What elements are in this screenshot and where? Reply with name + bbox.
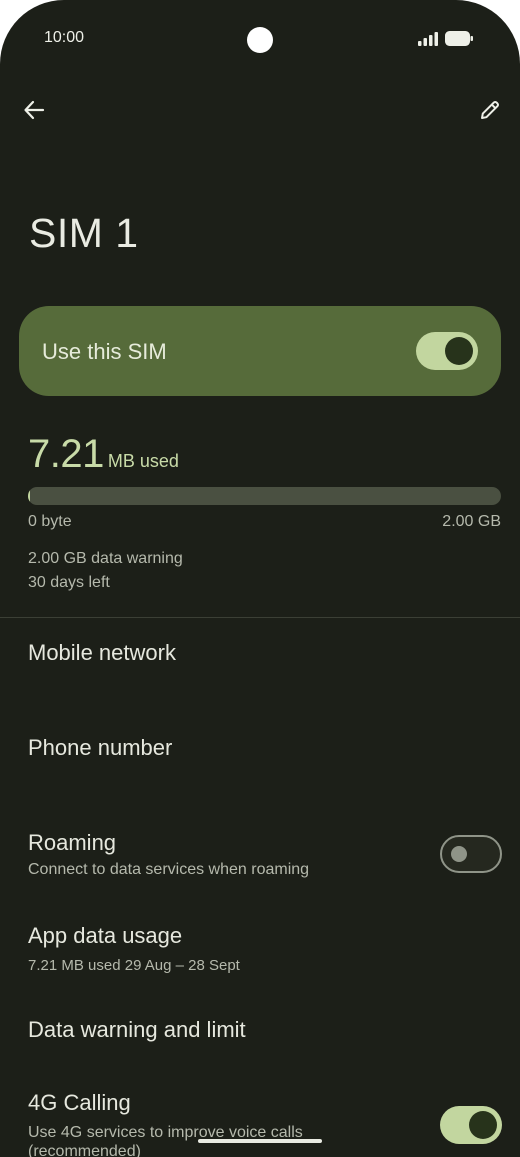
- data-used-value: 7.21: [28, 432, 104, 476]
- edit-button[interactable]: [474, 94, 506, 126]
- data-warning-limit-row[interactable]: Data warning and limit: [0, 1007, 520, 1055]
- home-indicator[interactable]: [198, 1139, 322, 1143]
- page-title: SIM 1: [29, 210, 139, 256]
- roaming-row[interactable]: Roaming Connect to data services when ro…: [0, 820, 520, 886]
- data-usage-bar: [28, 487, 501, 505]
- use-this-sim-toggle[interactable]: [416, 332, 478, 370]
- 4g-calling-toggle[interactable]: [440, 1106, 502, 1144]
- battery-icon: [445, 31, 473, 46]
- use-this-sim-label: Use this SIM: [42, 339, 167, 364]
- roaming-subtitle: Connect to data services when roaming: [28, 861, 310, 878]
- status-time: 10:00: [44, 29, 85, 46]
- 4g-calling-row[interactable]: 4G Calling Use 4G services to improve vo…: [0, 1080, 520, 1157]
- back-button[interactable]: [18, 94, 50, 126]
- data-warning-limit-title: Data warning and limit: [28, 1017, 246, 1042]
- 4g-calling-subtitle-2: (recommended): [28, 1143, 141, 1157]
- mobile-network-row[interactable]: Mobile network: [0, 630, 520, 678]
- app-data-usage-title: App data usage: [28, 923, 183, 948]
- toggle-knob: [451, 846, 467, 862]
- usage-bar-max-label: 2.00 GB: [442, 513, 501, 530]
- phone-number-row[interactable]: Phone number: [0, 725, 520, 773]
- 4g-calling-title: 4G Calling: [28, 1090, 131, 1115]
- data-warning-text: 2.00 GB data warning: [28, 550, 183, 567]
- pencil-icon: [481, 101, 499, 119]
- use-this-sim-row[interactable]: Use this SIM: [19, 306, 501, 396]
- usage-bar-min-label: 0 byte: [28, 513, 72, 530]
- data-used-unit: MB used: [107, 451, 179, 471]
- app-data-usage-row[interactable]: App data usage 7.21 MB used 29 Aug – 28 …: [0, 913, 520, 979]
- roaming-title: Roaming: [28, 830, 117, 855]
- signal-icon: [418, 32, 438, 46]
- data-usage-bar-fill: [28, 487, 30, 505]
- mobile-network-title: Mobile network: [28, 640, 176, 665]
- toggle-knob: [469, 1111, 497, 1139]
- toggle-knob: [445, 337, 473, 365]
- phone-screen: 10:00 SIM 1 Use this SIM 7.21 MB used 0 …: [0, 0, 520, 1157]
- app-data-usage-subtitle: 7.21 MB used 29 Aug – 28 Sept: [28, 957, 240, 974]
- front-camera: [247, 27, 273, 53]
- arrow-back-icon: [24, 100, 45, 120]
- roaming-toggle[interactable]: [440, 835, 502, 873]
- divider: [0, 617, 520, 618]
- phone-number-title: Phone number: [28, 735, 173, 760]
- days-left-text: 30 days left: [28, 574, 110, 591]
- data-usage-summary: 7.21 MB used: [28, 432, 179, 477]
